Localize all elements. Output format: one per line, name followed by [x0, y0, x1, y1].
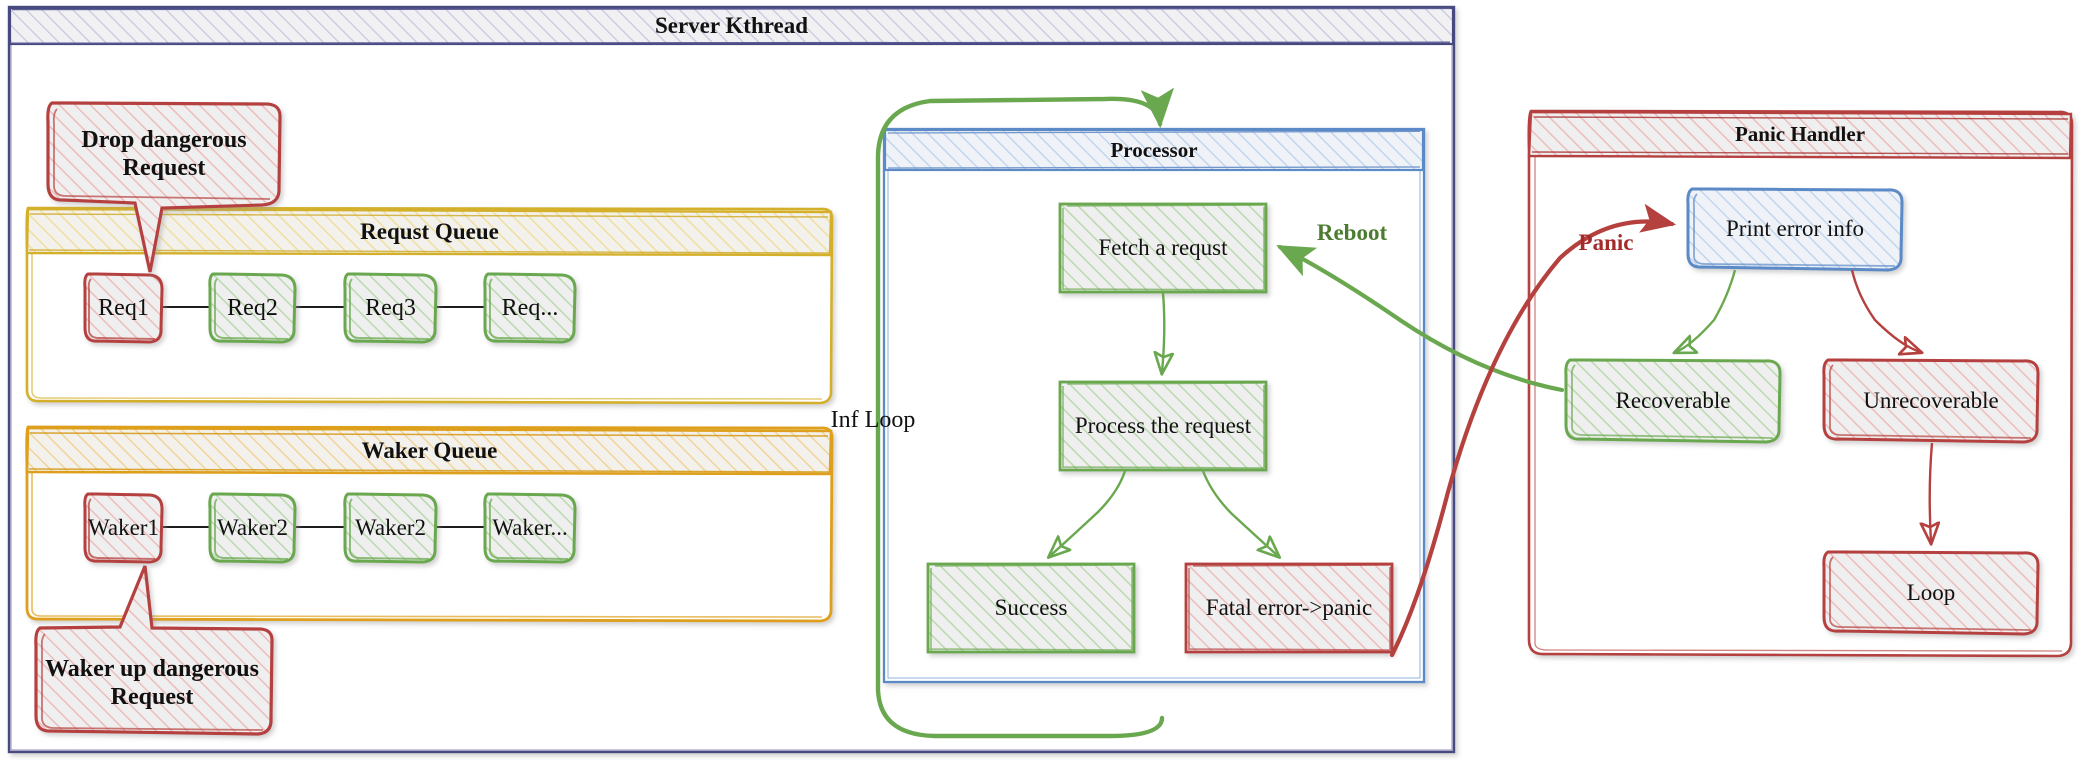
request-queue-node-req4[interactable]	[483, 272, 577, 344]
container-processor-titlebar	[883, 128, 1425, 172]
container-panic-handler-titlebar	[1527, 110, 2073, 160]
panic-node-print-error-info[interactable]	[1686, 187, 1904, 272]
processor-node-fatal[interactable]	[1184, 562, 1394, 654]
panic-node-unrecoverable[interactable]	[1822, 358, 2040, 444]
waker-queue-node-waker3[interactable]	[343, 492, 438, 564]
processor-node-success[interactable]	[926, 562, 1136, 654]
request-queue-node-req3[interactable]	[343, 272, 438, 344]
waker-queue-node-waker2[interactable]	[208, 492, 297, 564]
panic-node-recoverable[interactable]	[1564, 358, 1782, 444]
waker-queue-node-waker1[interactable]	[83, 492, 164, 564]
container-server-kthread-titlebar	[8, 6, 1455, 46]
processor-node-fetch[interactable]	[1058, 202, 1268, 294]
processor-node-process[interactable]	[1058, 380, 1268, 472]
diagram-canvas: Server Kthread Requst Queue Waker Queue …	[0, 0, 2082, 764]
container-waker-queue-titlebar	[25, 426, 833, 476]
request-queue-node-req1[interactable]	[83, 272, 164, 344]
panic-node-loop[interactable]	[1822, 550, 2040, 636]
diagram-svg	[7, 5, 2074, 754]
waker-queue-node-waker4[interactable]	[483, 492, 577, 564]
request-queue-node-req2[interactable]	[208, 272, 297, 344]
